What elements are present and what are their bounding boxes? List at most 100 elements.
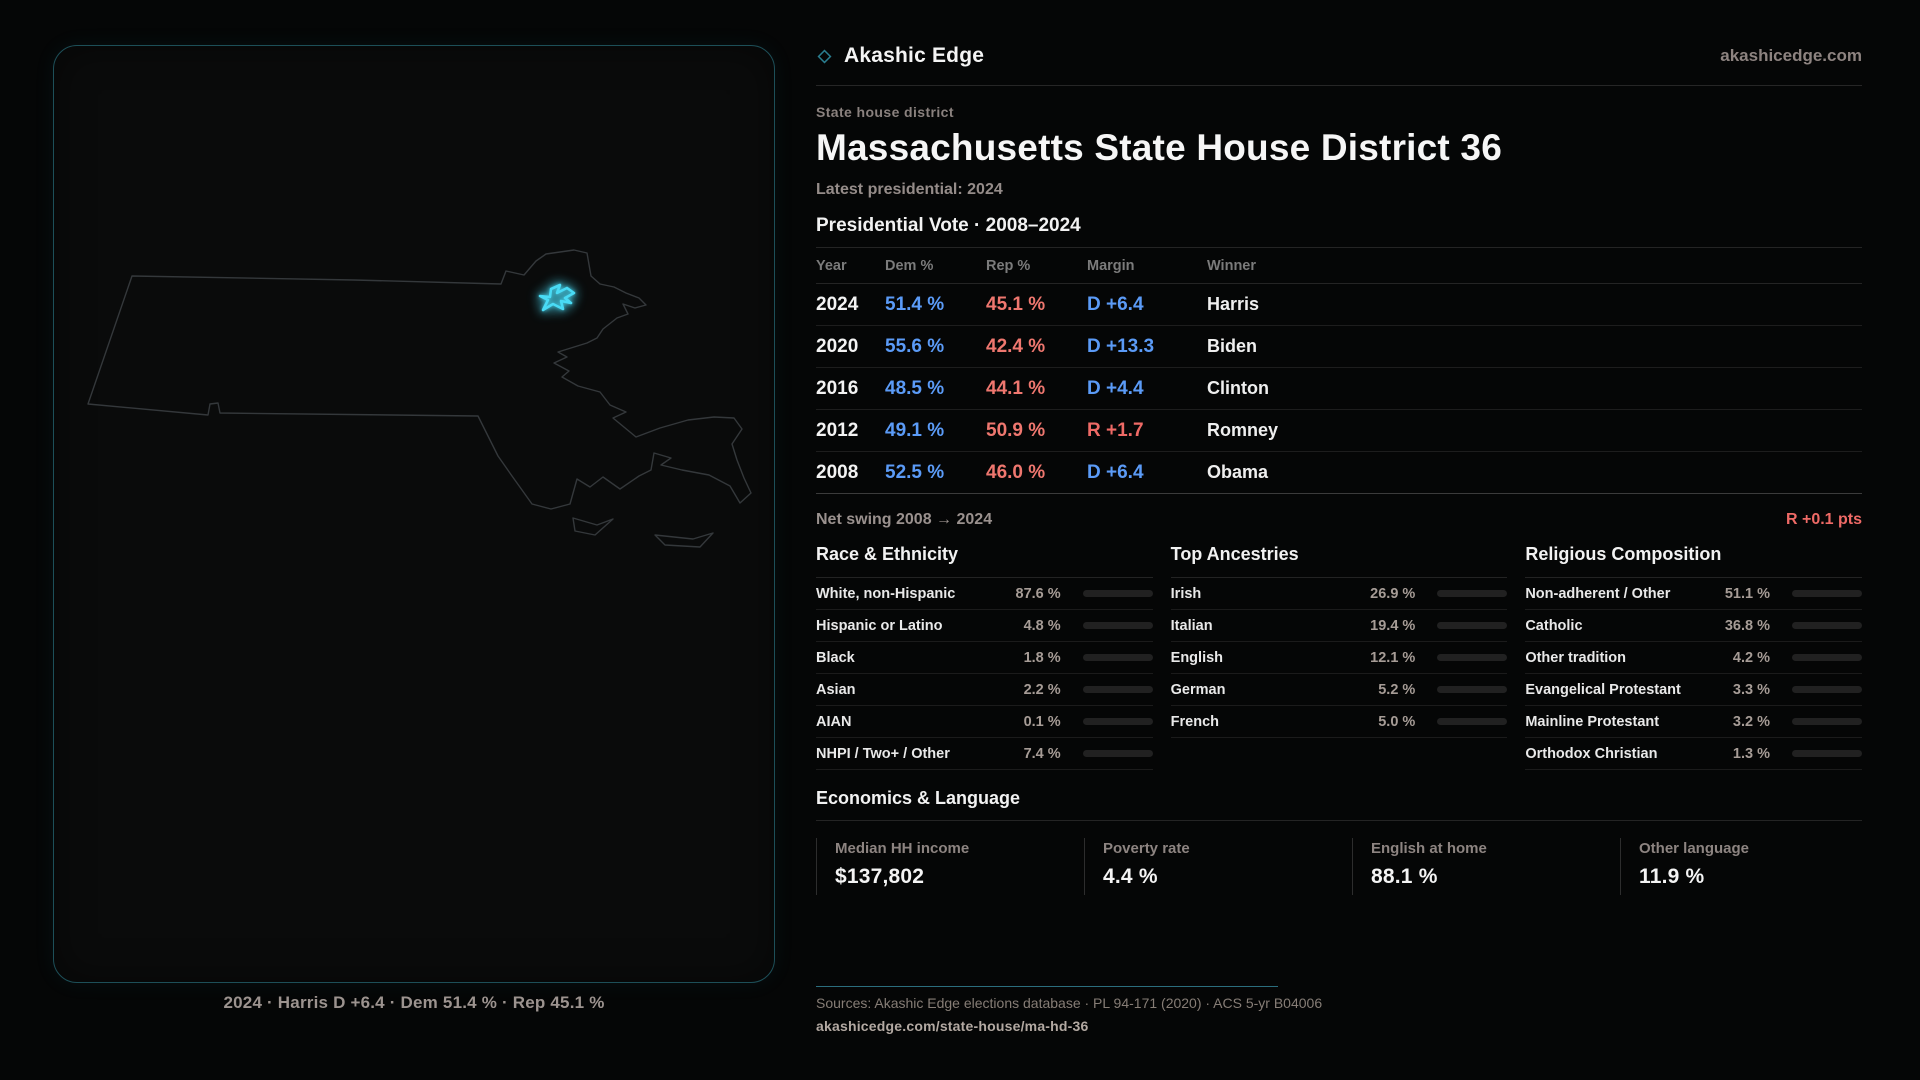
demographics-row: French 5.0 % <box>1170 706 1508 738</box>
stat-bar <box>1437 654 1508 661</box>
stat-value: $137,802 <box>835 865 925 888</box>
demographics-label: White, non-Hispanic <box>816 585 956 602</box>
demographics-value: 3.3 % <box>1732 681 1770 698</box>
demographics-card-title: Race & Ethnicity <box>816 544 1153 578</box>
vote-rep-pct: 46.0 % <box>986 461 1046 483</box>
stat-bar <box>1791 718 1862 725</box>
demographics-value: 36.8 % <box>1724 617 1770 634</box>
demographics-label: French <box>1170 713 1219 730</box>
brand-name: Akashic Edge <box>844 44 985 67</box>
stat-bar <box>1437 718 1508 725</box>
vote-column-header: Rep % <box>986 258 1031 274</box>
vote-column-header: Margin <box>1087 258 1135 274</box>
demographics-row: NHPI / Two+ / Other 7.4 % <box>816 738 1153 770</box>
marthas-vineyard-outline <box>572 517 614 536</box>
nantucket-outline <box>654 532 714 548</box>
demographics-value: 2.2 % <box>1023 681 1061 698</box>
stat-bar <box>1437 622 1508 629</box>
demographics-value: 51.1 % <box>1724 585 1770 602</box>
demographics-card: Race & Ethnicity White, non-Hispanic 87.6 … <box>816 544 1153 770</box>
net-swing-value: R +0.1 pts <box>1785 511 1862 528</box>
stat-bar <box>1082 750 1153 757</box>
demographics-row: German 5.2 % <box>1170 674 1508 706</box>
demographics-card-title: Top Ancestries <box>1170 544 1508 578</box>
demographics-row: English 12.1 % <box>1170 642 1508 674</box>
stat-bar <box>1791 654 1862 661</box>
vote-winner: Obama <box>1207 462 1269 482</box>
vote-table-title: Presidential Vote · 2008–2024 <box>816 215 1081 236</box>
demographics-row: Orthodox Christian 1.3 % <box>1525 738 1862 770</box>
vote-winner: Romney <box>1207 420 1279 440</box>
vote-dem-pct: 52.5 % <box>885 461 945 483</box>
vote-rep-pct: 42.4 % <box>986 335 1046 357</box>
stat-bar <box>1082 686 1153 693</box>
demographics-label: German <box>1170 681 1226 698</box>
brand-domain-link[interactable]: akashicedge.com <box>1720 46 1862 66</box>
economics-stat-tile: English at home 88.1 % <box>1352 838 1620 895</box>
vote-winner: Clinton <box>1207 378 1269 398</box>
demographics-row: AIAN 0.1 % <box>816 706 1153 738</box>
economics-stat-tile: Poverty rate 4.4 % <box>1084 838 1352 895</box>
demographics-value: 1.8 % <box>1023 649 1061 666</box>
stat-bar <box>1437 686 1508 693</box>
vote-rep-pct: 44.1 % <box>986 377 1046 399</box>
vote-winner: Biden <box>1207 336 1258 356</box>
divider <box>816 493 1862 494</box>
brand-header: Akashic Edge akashicedge.com <box>816 44 1862 86</box>
stat-value: 4.4 % <box>1103 865 1158 888</box>
vote-dem-pct: 48.5 % <box>885 377 945 399</box>
demographics-card-title: Religious Composition <box>1525 544 1862 578</box>
demographics-label: English <box>1170 649 1224 666</box>
demographics-row: Other tradition 4.2 % <box>1525 642 1862 674</box>
demographics-row: Evangelical Protestant 3.3 % <box>1525 674 1862 706</box>
detail-panel: Akashic Edge akashicedge.com State house… <box>816 0 1862 1080</box>
vote-row: 2020 55.6 % 42.4 % D +13.3 Biden <box>816 326 1862 368</box>
demographics-value: 5.0 % <box>1378 713 1416 730</box>
demographics-value: 26.9 % <box>1370 585 1416 602</box>
demographics-label: Mainline Protestant <box>1525 713 1660 730</box>
demographics-row: Italian 19.4 % <box>1170 610 1508 642</box>
vote-table-body: 2024 51.4 % 45.1 % D +6.4 Harris 2020 55.6 % 42… <box>816 284 1862 494</box>
stat-label: English at home <box>1371 840 1487 857</box>
district-36-highlight <box>538 283 576 312</box>
stat-bar <box>1437 590 1508 597</box>
demographics-label: Catholic <box>1525 617 1583 634</box>
stat-bar <box>1082 654 1153 661</box>
demographics-label: Irish <box>1170 585 1202 602</box>
net-swing-label: Net swing 2008 → 2024 <box>816 511 993 528</box>
vote-rep-pct: 45.1 % <box>986 293 1046 315</box>
stat-label: Median HH income <box>835 840 970 857</box>
stat-bar <box>1082 718 1153 725</box>
demographics-label: Italian <box>1170 617 1213 634</box>
footer: Sources: Akashic Edge elections database… <box>816 986 1862 1034</box>
vote-winner: Harris <box>1207 294 1260 314</box>
demographics-value: 12.1 % <box>1370 649 1416 666</box>
vote-margin: D +6.4 <box>1087 293 1144 315</box>
demographics-value: 19.4 % <box>1370 617 1416 634</box>
footer-accent-divider <box>816 986 1278 987</box>
permalink[interactable]: akashicedge.com/state-house/ma-hd-36 <box>816 1018 1862 1034</box>
demographics-value: 1.3 % <box>1732 745 1770 762</box>
vote-column-header: Year <box>816 258 847 274</box>
economics-stat-tile: Median HH income $137,802 <box>816 838 1084 895</box>
divider <box>816 820 1862 821</box>
net-swing-row: Net swing 2008 → 2024 R +0.1 pts <box>816 511 1862 529</box>
stat-label: Other language <box>1639 840 1750 857</box>
vote-row: 2012 49.1 % 50.9 % R +1.7 Romney <box>816 410 1862 452</box>
demographics-label: Other tradition <box>1525 649 1627 666</box>
demographics-label: NHPI / Two+ / Other <box>816 745 950 762</box>
vote-dem-pct: 51.4 % <box>885 293 945 315</box>
demographics-value: 7.4 % <box>1023 745 1061 762</box>
demographics-value: 0.1 % <box>1023 713 1061 730</box>
demographics-value: 5.2 % <box>1378 681 1416 698</box>
vote-margin: D +4.4 <box>1087 377 1144 399</box>
stat-value: 88.1 % <box>1371 865 1438 888</box>
district-map-panel <box>53 45 775 983</box>
demographics-row: Mainline Protestant 3.2 % <box>1525 706 1862 738</box>
demographics-label: AIAN <box>816 713 852 730</box>
demographics-row: Irish 26.9 % <box>1170 578 1508 610</box>
demographics-row: Asian 2.2 % <box>816 674 1153 706</box>
vote-dem-pct: 55.6 % <box>885 335 945 357</box>
economics-stat-tile: Other language 11.9 % <box>1620 838 1862 895</box>
demographics-value: 3.2 % <box>1732 713 1770 730</box>
